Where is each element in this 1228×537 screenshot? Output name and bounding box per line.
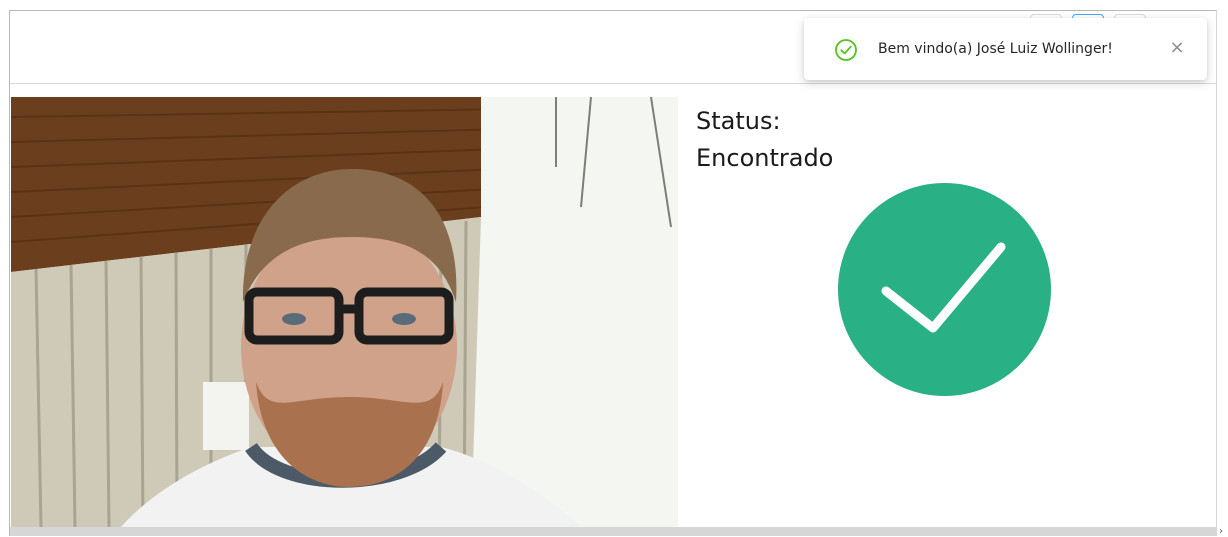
check-icon bbox=[838, 183, 1051, 396]
close-icon[interactable]: × bbox=[1164, 35, 1190, 61]
status-value: Encontrado bbox=[696, 144, 834, 172]
camera-image bbox=[11, 97, 678, 527]
status-label: Status: bbox=[696, 107, 781, 135]
camera-feed bbox=[11, 97, 678, 527]
app-window: Status: Encontrado bbox=[9, 10, 1217, 536]
check-circle-icon bbox=[834, 38, 858, 62]
welcome-notification: Bem vindo(a) José Luiz Wollinger! × bbox=[804, 18, 1207, 80]
horizontal-scrollbar[interactable] bbox=[10, 527, 1216, 536]
notification-message: Bem vindo(a) José Luiz Wollinger! bbox=[878, 41, 1113, 57]
